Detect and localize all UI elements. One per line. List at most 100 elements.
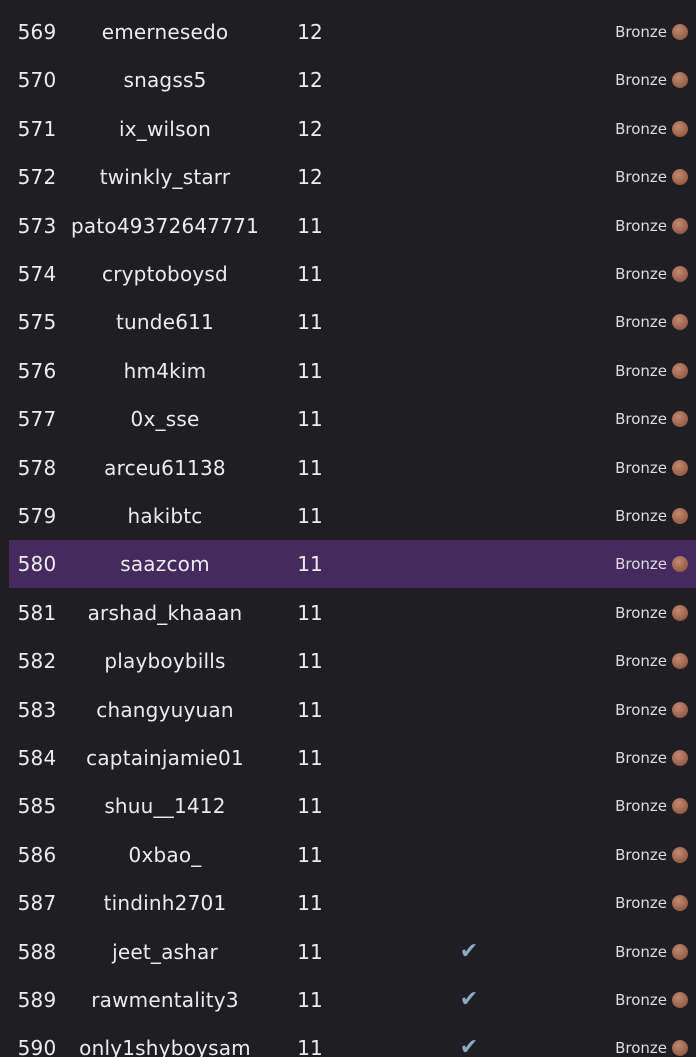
username-cell[interactable]: 0x_sse <box>65 395 265 443</box>
username-cell[interactable]: saazcom <box>65 540 265 588</box>
table-row[interactable]: 582 playboybills 11 Bronze <box>9 637 696 685</box>
tier-badge: Bronze <box>615 734 688 782</box>
username-cell[interactable]: hakibtc <box>65 492 265 540</box>
bronze-medal-icon <box>672 266 688 282</box>
username-cell[interactable]: captainjamie01 <box>65 734 265 782</box>
table-row[interactable]: 585 shuu__1412 11 Bronze <box>9 782 696 830</box>
table-row[interactable]: 588 jeet_ashar 11 ✔ Bronze <box>9 928 696 976</box>
rank-cell: 575 <box>17 310 57 335</box>
tier-badge: Bronze <box>615 589 688 637</box>
score-cell: 12 <box>297 165 323 190</box>
bronze-medal-icon <box>672 750 688 766</box>
table-row[interactable]: 571 ix_wilson 12 Bronze <box>9 105 696 153</box>
rank-cell: 574 <box>17 262 57 286</box>
tier-label: Bronze <box>615 119 667 138</box>
rank-cell: 587 <box>17 891 57 916</box>
tier-badge: Bronze <box>615 686 688 734</box>
rank-cell: 571 <box>17 116 57 141</box>
table-row[interactable]: 579 hakibtc 11 Bronze <box>9 492 696 540</box>
username-cell[interactable]: changyuyuan <box>65 686 265 734</box>
username-cell[interactable]: rawmentality3 <box>65 976 265 1024</box>
table-row[interactable]: 570 snagss5 12 Bronze <box>9 56 696 104</box>
username-cell[interactable]: emernesedo <box>65 8 265 56</box>
score-cell: 11 <box>297 310 323 335</box>
tier-badge: Bronze <box>615 347 688 395</box>
tier-badge: Bronze <box>615 879 688 927</box>
tier-badge: Bronze <box>615 298 688 346</box>
username-cell[interactable]: jeet_ashar <box>65 928 265 976</box>
score-cell: 11 <box>297 988 323 1012</box>
table-row[interactable]: 589 rawmentality3 11 ✔ Bronze <box>9 976 696 1024</box>
bronze-medal-icon <box>672 508 688 524</box>
tier-label: Bronze <box>615 168 667 187</box>
username-cell[interactable]: 0xbao_ <box>65 831 265 879</box>
username-cell[interactable]: tunde611 <box>65 298 265 346</box>
tier-label: Bronze <box>615 894 667 913</box>
table-row[interactable]: 572 twinkly_starr 12 Bronze <box>9 153 696 201</box>
table-row[interactable]: 590 only1shyboysam 11 ✔ Bronze <box>9 1024 696 1057</box>
tier-label: Bronze <box>615 410 667 429</box>
username-cell[interactable]: arceu61138 <box>65 444 265 492</box>
bronze-medal-icon <box>672 895 688 912</box>
bronze-medal-icon <box>672 459 688 476</box>
bronze-medal-icon <box>672 1040 688 1057</box>
rank-cell: 581 <box>17 600 57 625</box>
rank-cell: 583 <box>17 697 57 722</box>
tier-badge: Bronze <box>615 782 688 830</box>
bronze-medal-icon <box>672 411 688 428</box>
username-cell[interactable]: snagss5 <box>65 56 265 104</box>
table-row[interactable]: 583 changyuyuan 11 Bronze <box>9 686 696 734</box>
username-cell[interactable]: ix_wilson <box>65 105 265 153</box>
rank-cell: 578 <box>17 455 57 480</box>
table-row-current-user[interactable]: 580 saazcom 11 Bronze <box>9 540 696 589</box>
username-cell[interactable]: pato49372647771 <box>65 202 265 250</box>
username-cell[interactable]: only1shyboysam <box>65 1024 265 1057</box>
tier-badge: Bronze <box>615 105 688 153</box>
tier-badge: Bronze <box>615 831 688 879</box>
tier-badge: Bronze <box>615 202 688 250</box>
bronze-medal-icon <box>672 653 688 670</box>
bronze-medal-icon <box>672 604 688 621</box>
table-row[interactable]: 577 0x_sse 11 Bronze <box>9 395 696 443</box>
table-row[interactable]: 587 tindinh2701 11 Bronze <box>9 879 696 927</box>
tier-badge: Bronze <box>615 395 688 443</box>
table-row[interactable]: 575 tunde611 11 Bronze <box>9 298 696 346</box>
rank-cell: 580 <box>17 552 57 577</box>
rank-cell: 589 <box>17 988 57 1012</box>
bronze-medal-icon <box>672 362 688 379</box>
score-cell: 11 <box>297 358 323 383</box>
tier-badge: Bronze <box>615 540 688 588</box>
table-row[interactable]: 574 cryptoboysd 11 Bronze <box>9 250 696 298</box>
username-cell[interactable]: playboybills <box>65 637 265 685</box>
username-cell[interactable]: shuu__1412 <box>65 782 265 830</box>
tier-label: Bronze <box>615 652 667 671</box>
table-row[interactable]: 573 pato49372647771 11 Bronze <box>9 202 696 250</box>
check-mark-icon: ✔ <box>459 938 479 964</box>
table-row[interactable]: 576 hm4kim 11 Bronze <box>9 347 696 395</box>
bronze-medal-icon <box>672 24 688 40</box>
bronze-medal-icon <box>672 314 688 331</box>
score-cell: 12 <box>297 116 323 141</box>
check-mark-icon: ✔ <box>459 987 479 1012</box>
table-row[interactable]: 578 arceu61138 11 Bronze <box>9 444 696 492</box>
username-cell[interactable]: tindinh2701 <box>65 879 265 927</box>
bronze-medal-icon <box>672 169 688 186</box>
table-row[interactable]: 584 captainjamie01 11 Bronze <box>9 734 696 782</box>
rank-cell: 579 <box>17 504 57 528</box>
tier-badge: Bronze <box>615 153 688 201</box>
bronze-medal-icon <box>672 556 688 573</box>
score-cell: 11 <box>297 552 323 577</box>
rank-cell: 588 <box>17 939 57 964</box>
table-row[interactable]: 581 arshad_khaaan 11 Bronze <box>9 589 696 637</box>
username-cell[interactable]: hm4kim <box>65 347 265 395</box>
score-cell: 11 <box>297 407 323 432</box>
tier-badge: Bronze <box>615 250 688 298</box>
username-cell[interactable]: cryptoboysd <box>65 250 265 298</box>
username-cell[interactable]: twinkly_starr <box>65 153 265 201</box>
table-row[interactable]: 569 emernesedo 12 Bronze <box>9 8 696 56</box>
score-cell: 12 <box>297 68 323 93</box>
score-cell: 12 <box>297 20 323 44</box>
table-row[interactable]: 586 0xbao_ 11 Bronze <box>9 831 696 879</box>
username-cell[interactable]: arshad_khaaan <box>65 589 265 637</box>
rank-cell: 569 <box>17 20 57 44</box>
